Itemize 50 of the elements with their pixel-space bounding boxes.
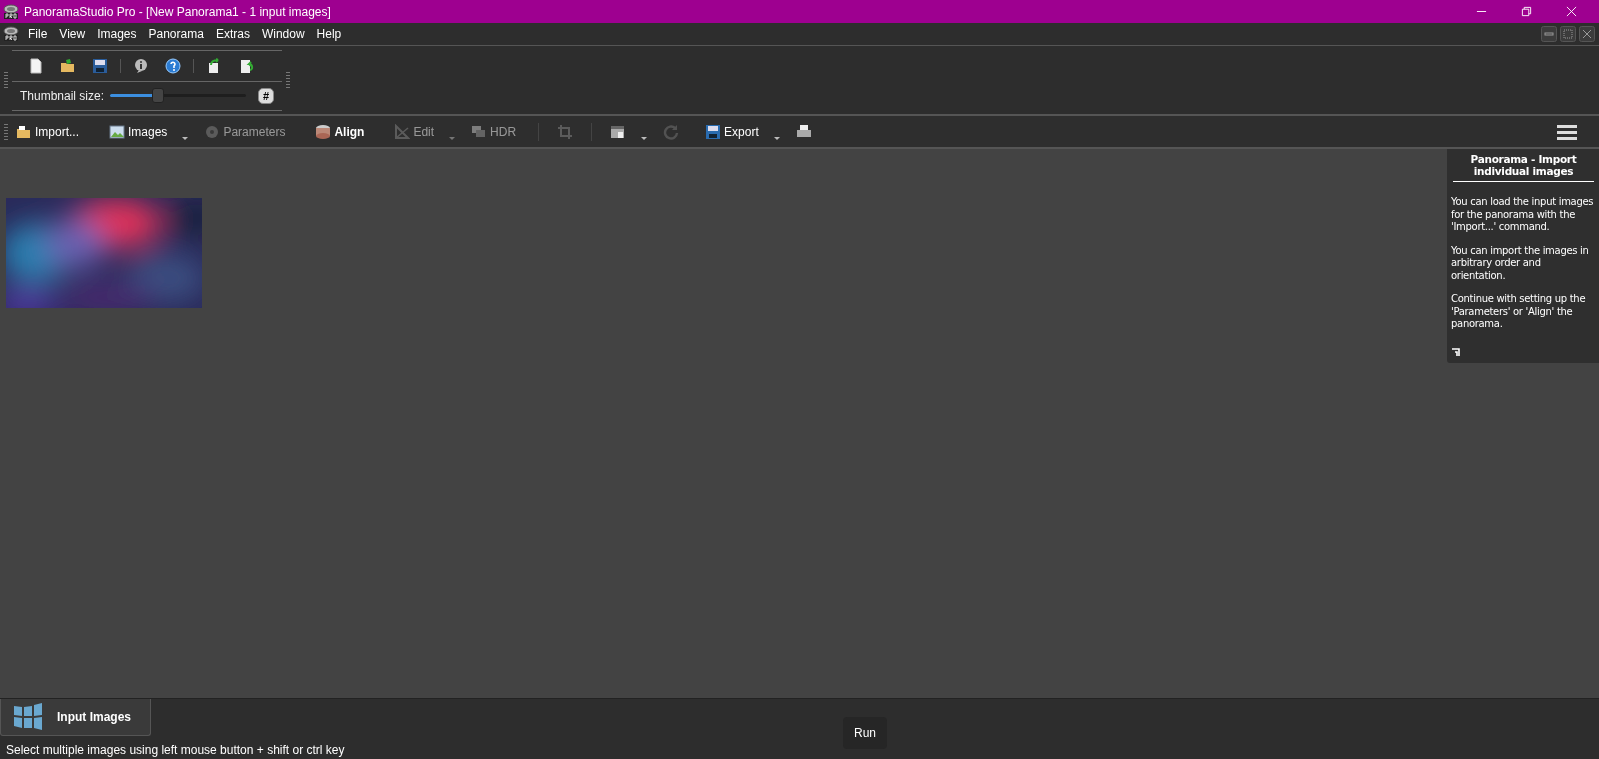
gear-icon (204, 123, 221, 140)
info-icon[interactable] (133, 57, 149, 74)
app-logo-icon (3, 3, 19, 20)
triangle-ruler-icon (394, 123, 411, 140)
window-icon (610, 123, 627, 140)
help-icon[interactable] (165, 57, 181, 74)
toolbar-button[interactable]: Import... (12, 120, 83, 143)
help-text: You can import the images in arbitrary order and orientation. (1451, 244, 1590, 282)
open-folder-icon (16, 123, 32, 140)
printer-icon (795, 123, 812, 140)
run-button[interactable]: Run (843, 717, 887, 749)
menu-item[interactable]: Images (91, 27, 143, 41)
circle-arrow-icon (663, 123, 680, 140)
menu-item[interactable]: File (22, 27, 54, 41)
open-folder-icon[interactable] (60, 57, 76, 74)
menu-item[interactable]: View (53, 27, 92, 41)
menu-icon[interactable] (1557, 123, 1577, 140)
thumbnail-size-label: Thumbnail size: (20, 88, 105, 103)
document-arrow-icon[interactable] (238, 57, 254, 74)
save-icon[interactable] (92, 57, 108, 74)
image-grid-icon (13, 703, 43, 731)
dropdown-arrow-icon[interactable] (641, 136, 648, 140)
menu-item[interactable]: Help (310, 27, 348, 41)
help-text: You can load the input images for the panorama with the 'Import...' command. (1451, 196, 1595, 234)
app-logo-icon (3, 26, 19, 42)
picture-icon (109, 123, 125, 140)
window-title: PanoramaStudio Pro - [New Panorama1 - 1 input images] (24, 4, 332, 19)
document-arrow-icon[interactable] (206, 57, 222, 74)
dropdown-arrow-icon[interactable] (773, 136, 780, 140)
corner-icon[interactable] (1451, 346, 1461, 357)
toolbar-button[interactable]: Export (701, 120, 784, 143)
slider-thumb[interactable] (151, 88, 164, 103)
save-icon (705, 123, 722, 140)
toolbar-button[interactable]: Images (105, 120, 193, 143)
stack-icon (315, 123, 332, 140)
new-file-icon[interactable] (28, 57, 44, 74)
grid-button[interactable]: # (258, 87, 275, 104)
menu-item[interactable]: Extras (209, 27, 256, 41)
crop-icon (557, 123, 574, 140)
close-icon[interactable] (1579, 26, 1595, 42)
input-images-tab[interactable]: Input Images (0, 699, 151, 736)
layers-icon (471, 123, 488, 140)
menu-item[interactable]: Panorama (142, 27, 210, 41)
status-text: Select multiple images using left mouse button + shift or ctrl key (5, 743, 346, 757)
menu-item[interactable]: Window (255, 27, 311, 41)
help-title: Panorama - Import individual images (1453, 153, 1594, 182)
help-text: Continue with setting up the 'Parameters' or 'Align' the panorama. (1451, 293, 1587, 331)
thumbnail-size-slider[interactable] (110, 88, 247, 103)
toolbar-button[interactable]: Align (311, 120, 369, 143)
dropdown-arrow-icon[interactable] (182, 136, 189, 140)
